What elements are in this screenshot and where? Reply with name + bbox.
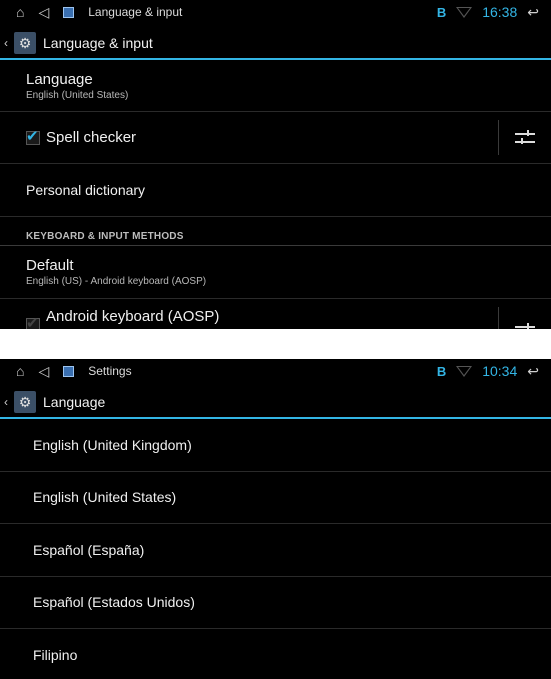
notification-app-icon (63, 6, 75, 18)
wifi-icon (456, 365, 473, 377)
gear-icon[interactable]: ⚙ (14, 391, 36, 413)
android-keyboard-checkbox[interactable]: ✔ (26, 315, 40, 329)
up-chevron-icon[interactable]: ‹ (4, 36, 12, 50)
home-icon[interactable]: ⌂ (16, 364, 24, 378)
spell-checker-label: Spell checker (46, 129, 137, 146)
status-time: 10:34 (482, 363, 518, 379)
gear-icon[interactable]: ⚙ (14, 32, 36, 54)
up-chevron-icon[interactable]: ‹ (4, 395, 12, 409)
language-item[interactable]: English (United States) (0, 472, 551, 524)
back-triangle-icon[interactable]: ◁ (38, 5, 49, 19)
wifi-icon (456, 6, 473, 18)
checkmark-icon: ✔ (26, 315, 39, 329)
spell-checker-checkbox[interactable]: ✔ (26, 128, 40, 145)
android-keyboard-setting[interactable]: ✔ Android keyboard (AOSP) (0, 299, 551, 329)
personal-dictionary-label: Personal dictionary (26, 182, 146, 198)
bluetooth-icon: B (436, 363, 447, 379)
page-title: Language (43, 394, 106, 410)
page-title: Language & input (43, 35, 153, 51)
action-bar: ‹ ⚙ Language & input (0, 28, 551, 60)
status-bar: ⌂ ◁ Language & input B 16:38 ↩ (0, 0, 551, 28)
language-label: English (United States) (33, 489, 177, 506)
personal-dictionary-setting[interactable]: Personal dictionary (0, 164, 551, 217)
language-item[interactable]: Filipino (0, 629, 551, 679)
bluetooth-icon: B (436, 4, 447, 20)
language-label: Filipino (33, 646, 78, 663)
status-title: Settings (88, 364, 132, 378)
settings-sliders-icon[interactable] (515, 323, 535, 329)
language-list: English (United Kingdom) English (United… (0, 419, 551, 679)
settings-sliders-icon[interactable] (515, 129, 535, 146)
keyboard-section-header: KEYBOARD & INPUT METHODS (0, 217, 551, 246)
language-summary: English (United States) (26, 90, 129, 101)
keyboard-section-label: KEYBOARD & INPUT METHODS (26, 231, 184, 242)
language-title: Language (26, 71, 93, 88)
spell-checker-setting[interactable]: ✔ Spell checker (0, 112, 551, 164)
language-label: English (United Kingdom) (33, 436, 192, 453)
notification-app-icon (63, 365, 75, 377)
language-list-screen: ⌂ ◁ Settings B 10:34 ↩ ‹ ⚙ Language Engl… (0, 359, 551, 679)
return-icon[interactable]: ↩ (527, 5, 539, 19)
language-item[interactable]: English (United Kingdom) (0, 419, 551, 472)
status-title: Language & input (88, 5, 183, 19)
return-icon[interactable]: ↩ (527, 364, 539, 378)
checkmark-icon: ✔ (26, 127, 39, 145)
action-bar: ‹ ⚙ Language (0, 387, 551, 419)
status-bar: ⌂ ◁ Settings B 10:34 ↩ (0, 359, 551, 387)
language-setting[interactable]: Language English (United States) (0, 60, 551, 112)
status-time: 16:38 (482, 4, 518, 20)
language-label: Español (España) (33, 541, 145, 558)
language-label: Español (Estados Unidos) (33, 594, 195, 611)
back-triangle-icon[interactable]: ◁ (38, 364, 49, 378)
language-item[interactable]: Español (España) (0, 524, 551, 577)
android-keyboard-label: Android keyboard (AOSP) (46, 308, 220, 325)
language-input-screen: ⌂ ◁ Language & input B 16:38 ↩ ‹ ⚙ Langu… (0, 0, 551, 329)
vertical-divider (498, 120, 499, 155)
default-title: Default (26, 257, 74, 274)
vertical-divider (498, 307, 499, 329)
default-keyboard-setting[interactable]: Default English (US) - Android keyboard … (0, 246, 551, 299)
default-summary: English (US) - Android keyboard (AOSP) (26, 276, 207, 287)
language-item[interactable]: Español (Estados Unidos) (0, 577, 551, 629)
home-icon[interactable]: ⌂ (16, 5, 24, 19)
